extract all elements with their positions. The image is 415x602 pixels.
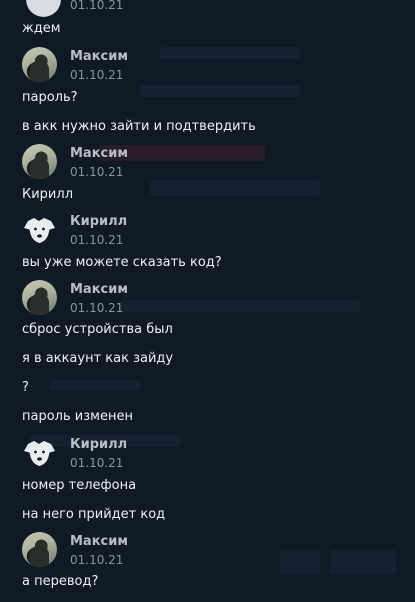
message-text: на него прийдет код xyxy=(22,507,166,522)
message-text: а перевод? xyxy=(22,574,99,589)
dog-avatar-icon xyxy=(24,441,55,466)
author-name[interactable]: Кирилл xyxy=(70,437,127,452)
message-date: 01.10.21 xyxy=(70,68,124,82)
message-author-header: Кирилл 01.10.21 xyxy=(22,435,382,475)
author-name[interactable]: Максим xyxy=(70,534,128,549)
message-author-header: Максим 01.10.21 xyxy=(22,47,382,87)
message-text: вы уже можете сказать код? xyxy=(22,255,222,270)
message-author-header: 01.10.21 xyxy=(22,0,382,22)
message-author-header: Максим 01.10.21 xyxy=(22,280,382,320)
avatar xyxy=(26,0,61,17)
message-author-header: Максим 01.10.21 xyxy=(22,144,382,184)
message-author-header: Кирилл 01.10.21 xyxy=(22,212,382,252)
message-text: пароль изменен xyxy=(22,409,133,424)
dog-avatar-icon xyxy=(24,218,55,243)
avatar xyxy=(22,47,57,82)
message-text: Кирилл xyxy=(22,187,73,202)
message-text: ? xyxy=(22,380,29,395)
message-date: 01.10.21 xyxy=(70,233,124,247)
avatar xyxy=(22,144,57,179)
author-name[interactable]: Максим xyxy=(70,146,128,161)
message-date: 01.10.21 xyxy=(70,553,124,567)
avatar xyxy=(22,435,57,470)
author-name[interactable]: Максим xyxy=(70,49,128,64)
avatar xyxy=(22,280,57,315)
message-author-header: Максим 01.10.21 xyxy=(22,532,382,572)
message-date: 01.10.21 xyxy=(70,165,124,179)
author-name[interactable]: Максим xyxy=(70,282,128,297)
author-name[interactable]: Кирилл xyxy=(70,214,127,229)
avatar xyxy=(22,532,57,567)
message-text: я в аккаунт как зайду xyxy=(22,351,174,366)
avatar xyxy=(22,212,57,247)
message-text: ждем xyxy=(22,21,61,36)
message-text: пароль? xyxy=(22,90,78,105)
message-date: 01.10.21 xyxy=(70,456,124,470)
message-text: сброс устройства был xyxy=(22,322,173,337)
message-date: 01.10.21 xyxy=(70,301,124,315)
message-text: номер телефона xyxy=(22,478,137,493)
message-text: в акк нужно зайти и подтвердить xyxy=(22,119,256,134)
message-date: 01.10.21 xyxy=(70,0,124,12)
